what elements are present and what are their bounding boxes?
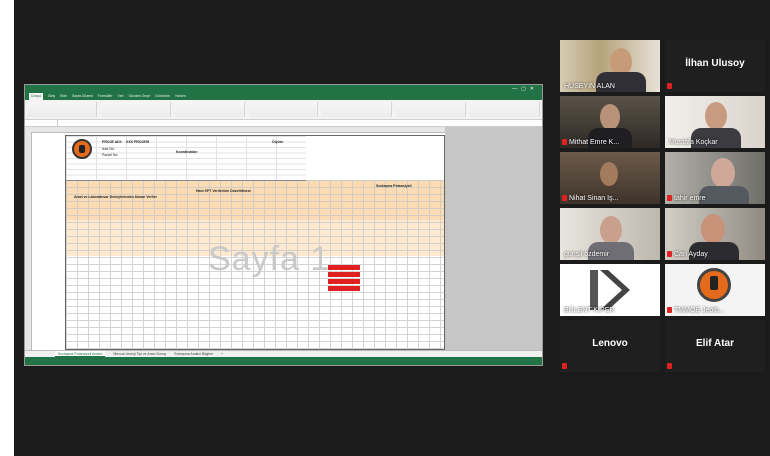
olcum-label: Ölçüm xyxy=(272,140,283,144)
project-name-value: XXX PROJESİ xyxy=(126,140,150,144)
participant-name: gunşli özdemir xyxy=(564,251,610,258)
participant-tile[interactable]: İlhan Ulusoy xyxy=(665,40,765,92)
participant-tile[interactable]: gunşli özdemir xyxy=(560,208,660,260)
section-title-right: Sıvılaşma Potansiyeli xyxy=(376,184,412,188)
ada-no-label: Ada No: xyxy=(102,147,115,151)
ribbon-group-font[interactable] xyxy=(100,102,171,117)
participant-name: BÜLENT KIPER xyxy=(564,307,615,314)
participant-name: Can Ayday xyxy=(674,251,708,258)
project-name-label: PROJE ADI: xyxy=(102,140,122,144)
mic-muted-icon xyxy=(667,195,672,201)
mic-muted-icon xyxy=(562,139,567,145)
ribbon-group-clipboard[interactable] xyxy=(27,102,97,117)
ribbon-group-styles[interactable] xyxy=(322,102,393,117)
participant-tile[interactable]: tahir emre xyxy=(665,152,765,204)
tab-ekle[interactable]: Ekle xyxy=(60,93,67,100)
ribbon xyxy=(25,100,542,120)
tab-giris[interactable]: Giriş xyxy=(48,93,55,100)
participant-name: tahir emre xyxy=(674,195,706,202)
mic-muted-icon xyxy=(562,195,567,201)
tab-yardim[interactable]: Yardım xyxy=(175,93,186,100)
participant-tile[interactable]: Lenovo xyxy=(560,320,660,372)
section-title-left: Arazi ve Laboratuvar Deneylerinden Alına… xyxy=(74,195,157,199)
tmmob-logo-icon xyxy=(72,139,92,159)
participant-tile[interactable]: HUSEYIN ALAN xyxy=(560,40,660,92)
sheet-tabs: Sıvılaşma Potansiyeli Analizi Mevcut Jeo… xyxy=(25,350,542,357)
participant-name-large: İlhan Ulusoy xyxy=(685,58,745,69)
ribbon-group-cells[interactable] xyxy=(396,102,467,117)
mic-muted-icon xyxy=(667,307,672,313)
mic-muted-icon xyxy=(562,363,567,369)
participant-tile[interactable]: BÜLENT KIPER xyxy=(560,264,660,316)
section-title-mid: Ham SPT Verilerinin Düzeltilmesi xyxy=(196,189,251,193)
liquefaction-red-cell xyxy=(328,265,360,270)
excel-statusbar xyxy=(25,357,542,365)
koordinatlar-label: Koordinatlar: xyxy=(176,150,198,154)
participant-name: Nihat Sinan Iş... xyxy=(569,195,619,202)
meeting-stage: —▢✕ Dosya Giriş Ekle Sayfa Düzeni Formül… xyxy=(14,0,770,456)
participant-tile-active-speaker[interactable]: Mustafa Koçkar xyxy=(665,96,765,148)
row-headers xyxy=(25,132,32,350)
column-headers xyxy=(25,127,445,133)
participant-name: Mithat Emre K... xyxy=(569,139,620,146)
liquefaction-red-cell xyxy=(328,279,360,284)
name-box[interactable] xyxy=(25,120,58,126)
ribbon-group-number[interactable] xyxy=(248,102,319,117)
mic-muted-icon xyxy=(667,251,672,257)
participant-name: TMMOB Jeolo... xyxy=(674,307,725,314)
participant-tile[interactable]: TMMOB Jeolo... xyxy=(665,264,765,316)
tab-gozden-gecir[interactable]: Gözden Geçir xyxy=(129,93,151,100)
participant-tile[interactable]: Nihat Sinan Iş... xyxy=(560,152,660,204)
participant-name-large: Lenovo xyxy=(592,338,628,349)
participant-tile[interactable]: Elif Atar xyxy=(665,320,765,372)
sheet-area[interactable]: PROJE ADI: XXX PROJESİ Ada No: Parsel No… xyxy=(25,127,542,350)
mic-muted-icon xyxy=(667,83,672,89)
parsel-no-label: Parsel No: xyxy=(102,153,119,157)
participant-name-large: Elif Atar xyxy=(696,338,734,349)
print-page: PROJE ADI: XXX PROJESİ Ada No: Parsel No… xyxy=(65,135,445,350)
liquefaction-red-cell xyxy=(328,272,360,277)
liquefaction-red-cell xyxy=(328,286,360,291)
ribbon-group-editing[interactable] xyxy=(470,102,541,117)
formula-bar xyxy=(25,120,542,127)
ribbon-tabs: Dosya Giriş Ekle Sayfa Düzeni Formüller … xyxy=(25,93,542,100)
tab-veri[interactable]: Veri xyxy=(118,93,124,100)
offpage-area xyxy=(445,127,542,350)
participant-name: Mustafa Koçkar xyxy=(669,139,718,146)
tab-sayfa-duzeni[interactable]: Sayfa Düzeni xyxy=(72,93,93,100)
window-controls[interactable]: —▢✕ xyxy=(512,85,538,93)
excel-titlebar: —▢✕ xyxy=(25,85,542,93)
shared-screen: —▢✕ Dosya Giriş Ekle Sayfa Düzeni Formül… xyxy=(24,84,543,366)
participant-name: HUSEYIN ALAN xyxy=(564,83,615,90)
tab-gorunum[interactable]: Görünüm xyxy=(155,93,170,100)
tab-formuller[interactable]: Formüller xyxy=(98,93,113,100)
participant-tile[interactable]: Can Ayday xyxy=(665,208,765,260)
mic-muted-icon xyxy=(667,363,672,369)
ribbon-group-alignment[interactable] xyxy=(174,102,245,117)
project-header-block: PROJE ADI: XXX PROJESİ Ada No: Parsel No… xyxy=(66,136,306,181)
tab-dosya[interactable]: Dosya xyxy=(29,93,43,100)
participant-tile[interactable]: Mithat Emre K... xyxy=(560,96,660,148)
page-watermark: Sayfa 1 xyxy=(208,240,331,278)
